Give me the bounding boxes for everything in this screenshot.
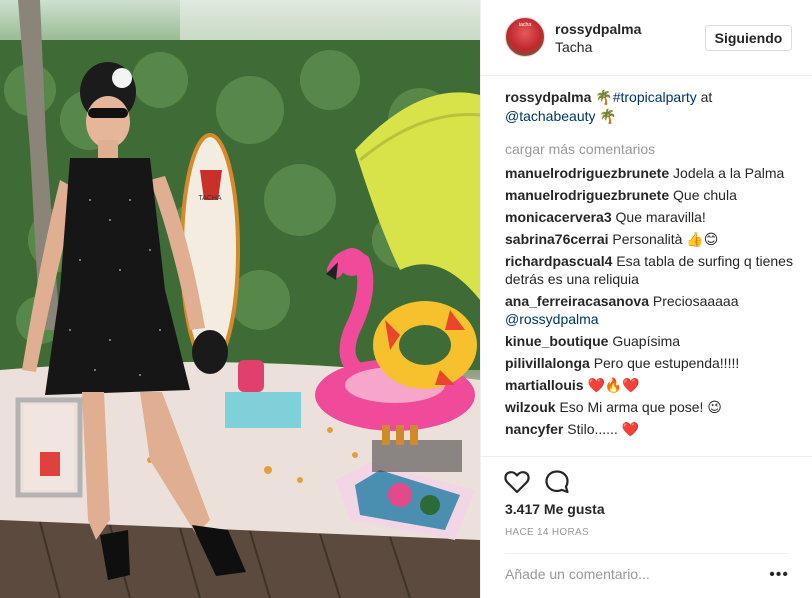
caption-hashtag[interactable]: #tropicalparty xyxy=(613,89,697,105)
caption: rossydpalma 🌴#tropicalparty at @tachabea… xyxy=(505,88,795,126)
comment-item: pilivillalonga Pero que estupenda!!!!! xyxy=(505,354,795,372)
surfboard-label: TACHA xyxy=(198,195,222,202)
comment-text: Stilo...... ❤️ xyxy=(567,421,640,437)
comment-item: sabrina76cerrai Personalità 👍😊 xyxy=(505,230,795,248)
comment-username[interactable]: nancyfer xyxy=(505,421,563,437)
comment-username[interactable]: monicacervera3 xyxy=(505,209,612,225)
comment-username[interactable]: kinue_boutique xyxy=(505,333,608,349)
comment-text: Que chula xyxy=(673,187,737,203)
post-photo[interactable]: TACHA xyxy=(0,0,480,598)
palm-tree-icon-2: 🌴 xyxy=(599,109,617,125)
add-comment-bar: ••• xyxy=(505,553,789,593)
caption-mention[interactable]: @tachabeauty xyxy=(505,108,596,124)
header-username[interactable]: rossydpalma xyxy=(555,21,641,37)
more-options-icon[interactable]: ••• xyxy=(769,566,789,584)
post-side-panel: tacha rossydpalma Tacha Siguiendo rossyd… xyxy=(480,0,812,598)
comment-list[interactable]: rossydpalma 🌴#tropicalparty at @tachabea… xyxy=(505,88,795,456)
comment-text: Que maravilla! xyxy=(615,209,706,225)
post-actions: 3.417 Me gusta HACE 14 HORAS ••• xyxy=(481,456,812,598)
lantern xyxy=(15,397,83,498)
comment-username[interactable]: wilzouk xyxy=(505,399,556,415)
comment-item: richardpascual4 Esa tabla de surfing q t… xyxy=(505,252,795,288)
comment-username[interactable]: ana_ferreiracasanova xyxy=(505,293,649,309)
comment-rows: manuelrodriguezbrunete Jodela a la Palma… xyxy=(505,164,795,438)
avatar-text: tacha xyxy=(518,22,532,28)
comment-text: ❤️🔥❤️ xyxy=(587,377,640,393)
heart-icon[interactable] xyxy=(503,468,531,496)
comment-item: wilzouk Eso Mi arma que pose! 😉 xyxy=(505,398,795,416)
comment-mention[interactable]: @rossydpalma xyxy=(505,311,599,327)
comment-item: manuelrodriguezbrunete Jodela a la Palma xyxy=(505,164,795,182)
comment-item: martiallouis ❤️🔥❤️ xyxy=(505,376,795,394)
comment-username[interactable]: sabrina76cerrai xyxy=(505,231,609,247)
comment-text: Guapísima xyxy=(612,333,681,349)
comment-username[interactable]: manuelrodriguezbrunete xyxy=(505,187,669,203)
load-more-comments-link[interactable]: cargar más comentarios xyxy=(505,140,795,158)
palm-tree-icon: 🌴 xyxy=(595,90,613,106)
comment-item: monicacervera3 Que maravilla! xyxy=(505,208,795,226)
like-count[interactable]: 3.417 Me gusta xyxy=(505,501,605,517)
post-timestamp[interactable]: HACE 14 HORAS xyxy=(505,527,589,538)
following-button[interactable]: Siguiendo xyxy=(705,25,792,51)
comment-username[interactable]: pilivillalonga xyxy=(505,355,590,371)
comment-item: kinue_boutique Guapísima xyxy=(505,332,795,350)
comment-item: nancyfer Stilo...... ❤️ xyxy=(505,420,795,438)
header-location[interactable]: Tacha xyxy=(555,39,592,55)
comment-text: Eso Mi arma que pose! 😉 xyxy=(559,399,722,415)
comment-text: Preciosaaaaa xyxy=(652,293,739,309)
comment-text: Jodela a la Palma xyxy=(673,165,785,181)
comment-username[interactable]: richardpascual4 xyxy=(505,253,612,269)
comment-input[interactable] xyxy=(505,564,755,584)
comment-item: manuelrodriguezbrunete Que chula xyxy=(505,186,795,204)
photo-illustration: TACHA xyxy=(0,0,480,598)
comment-username[interactable]: manuelrodriguezbrunete xyxy=(505,165,669,181)
speech-bubble-icon[interactable] xyxy=(543,468,571,496)
caption-at-text: at xyxy=(696,89,713,105)
donut-float xyxy=(373,301,477,389)
comment-username[interactable]: martiallouis xyxy=(505,377,584,393)
comment-item: ana_ferreiracasanova Preciosaaaaa @rossyd… xyxy=(505,292,795,328)
comment-text: Personalità 👍😊 xyxy=(612,231,719,247)
comment-text: Pero que estupenda!!!!! xyxy=(593,355,740,371)
instagram-post: TACHA tacha rossydpalma Tacha Siguiendo … xyxy=(0,0,812,598)
avatar[interactable]: tacha xyxy=(505,17,545,57)
caption-username[interactable]: rossydpalma xyxy=(505,89,591,105)
post-header: tacha rossydpalma Tacha Siguiendo xyxy=(481,0,812,76)
